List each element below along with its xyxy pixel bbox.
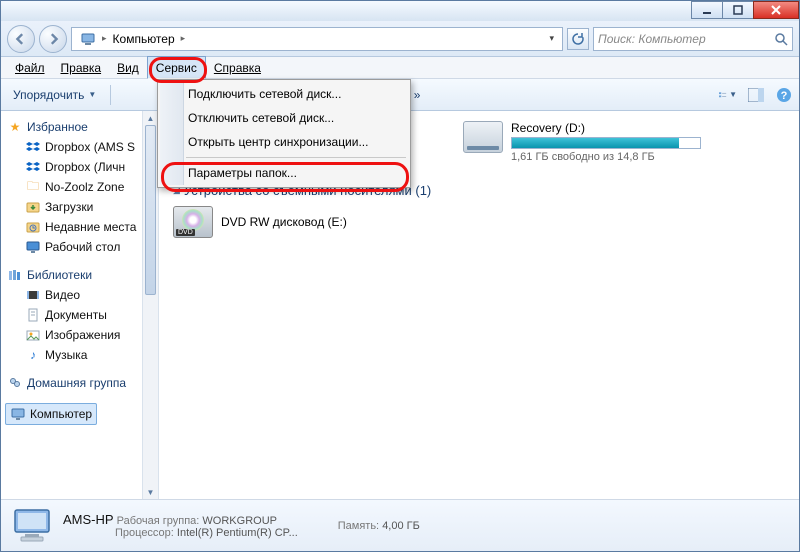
sidebar-item-dropbox-ams[interactable]: Dropbox (AMS S	[7, 137, 154, 157]
computer-large-icon	[11, 506, 53, 546]
help-button[interactable]: ?	[775, 86, 793, 104]
back-button[interactable]	[7, 25, 35, 53]
star-icon: ★	[7, 119, 23, 135]
minimize-button[interactable]	[691, 1, 723, 19]
explorer-window: ▸ Компьютер ▸ ▾ Поиск: Компьютер Файл Пр…	[0, 0, 800, 552]
drive-d-label: Recovery (D:)	[511, 121, 701, 135]
recent-icon	[25, 219, 41, 235]
downloads-icon	[25, 199, 41, 215]
computer-header[interactable]: Компьютер	[5, 401, 154, 427]
libraries-icon	[7, 267, 23, 283]
breadcrumb-computer[interactable]: Компьютер	[107, 28, 181, 50]
details-pane: AMS-HP Рабочая группа: WORKGROUP Процесс…	[1, 499, 799, 551]
drive-d-fill	[512, 138, 679, 148]
tools-dropdown: Подключить сетевой диск... Отключить сет…	[157, 79, 411, 188]
search-box[interactable]: Поиск: Компьютер	[593, 27, 793, 51]
preview-pane-button[interactable]	[747, 86, 765, 104]
computer-icon	[74, 28, 102, 50]
sidebar-item-dropbox-personal[interactable]: Dropbox (Личн	[7, 157, 154, 177]
close-button[interactable]	[753, 1, 799, 19]
documents-icon	[25, 307, 41, 323]
menu-separator	[186, 157, 406, 158]
addr-dropdown-icon[interactable]: ▾	[543, 28, 560, 50]
chevron-down-icon: ▼	[729, 90, 737, 99]
folder-icon: 🗀	[25, 179, 41, 195]
music-icon: ♪	[25, 347, 41, 363]
menu-open-sync-center[interactable]: Открыть центр синхронизации...	[160, 130, 408, 154]
drive-d[interactable]: Recovery (D:) 1,61 ГБ свободно из 14,8 Г…	[463, 121, 723, 163]
dvd-drive-label: DVD RW дисковод (E:)	[221, 206, 347, 238]
breadcrumb-sep-icon: ▸	[181, 33, 186, 44]
sidebar-item-video[interactable]: Видео	[7, 285, 154, 305]
view-mode-button[interactable]: ▼	[719, 86, 737, 104]
toolbar-overflow[interactable]: »	[414, 88, 421, 102]
libraries-header[interactable]: Библиотеки	[7, 265, 154, 285]
menu-folder-options[interactable]: Параметры папок...	[160, 161, 408, 185]
drive-d-subtext: 1,61 ГБ свободно из 14,8 ГБ	[511, 151, 701, 163]
drive-icon	[463, 121, 503, 153]
dvd-icon: DVD	[173, 206, 213, 238]
favorites-header[interactable]: ★Избранное	[7, 117, 154, 137]
refresh-button[interactable]	[567, 28, 589, 50]
sidebar-item-docs[interactable]: Документы	[7, 305, 154, 325]
menu-tools[interactable]: Сервис	[147, 56, 206, 79]
sidebar-item-recent[interactable]: Недавние места	[7, 217, 154, 237]
maximize-button[interactable]	[722, 1, 754, 19]
sidebar-item-music[interactable]: ♪Музыка	[7, 345, 154, 365]
sidebar-scrollbar[interactable]: ▲ ▼	[142, 111, 158, 499]
dvd-drive[interactable]: DVD DVD RW дисковод (E:)	[173, 206, 433, 238]
menu-edit[interactable]: Правка	[53, 57, 110, 78]
images-icon	[25, 327, 41, 343]
sidebar-item-images[interactable]: Изображения	[7, 325, 154, 345]
desktop-icon	[25, 239, 41, 255]
video-icon	[25, 287, 41, 303]
menu-help[interactable]: Справка	[206, 57, 269, 78]
menu-map-network-drive[interactable]: Подключить сетевой диск...	[160, 82, 408, 106]
menu-view[interactable]: Вид	[109, 57, 147, 78]
menu-bar: Файл Правка Вид Сервис Справка	[1, 57, 799, 79]
sidebar-item-downloads[interactable]: Загрузки	[7, 197, 154, 217]
organize-button[interactable]: Упорядочить ▼	[7, 86, 102, 104]
dropbox-icon	[25, 159, 41, 175]
computer-icon	[10, 406, 26, 422]
address-bar[interactable]: ▸ Компьютер ▸ ▾	[71, 27, 563, 51]
nav-pane: ★Избранное Dropbox (AMS S Dropbox (Личн …	[1, 111, 159, 499]
homegroup-icon	[7, 375, 23, 391]
drive-d-usage-bar	[511, 137, 701, 149]
svg-text:?: ?	[781, 90, 788, 102]
sidebar-item-desktop[interactable]: Рабочий стол	[7, 237, 154, 257]
homegroup-header[interactable]: Домашняя группа	[7, 373, 154, 393]
scroll-up-icon[interactable]: ▲	[143, 111, 158, 125]
search-placeholder: Поиск: Компьютер	[598, 32, 706, 46]
titlebar	[1, 1, 799, 21]
dropbox-icon	[25, 139, 41, 155]
chevron-down-icon: ▼	[88, 90, 96, 99]
forward-button[interactable]	[39, 25, 67, 53]
menu-file[interactable]: Файл	[7, 57, 53, 78]
search-icon	[774, 32, 788, 46]
nav-row: ▸ Компьютер ▸ ▾ Поиск: Компьютер	[1, 21, 799, 57]
scroll-thumb[interactable]	[145, 125, 156, 295]
sidebar-item-nozoolz[interactable]: 🗀No-Zoolz Zone	[7, 177, 154, 197]
details-name: AMS-HP	[63, 512, 114, 527]
menu-disconnect-network-drive[interactable]: Отключить сетевой диск...	[160, 106, 408, 130]
scroll-down-icon[interactable]: ▼	[143, 485, 158, 499]
